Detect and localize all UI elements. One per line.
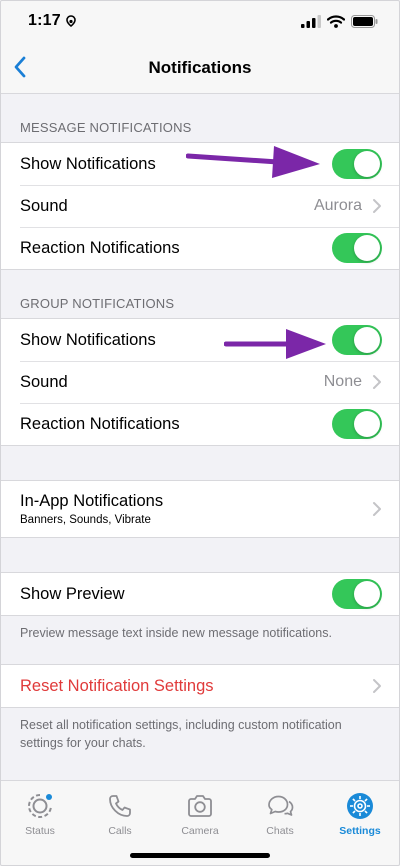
toggle-knob xyxy=(354,581,380,607)
status-bar: 1:17 xyxy=(0,0,400,42)
chevron-right-icon xyxy=(373,375,381,389)
show-preview-row: Show Preview xyxy=(0,573,400,615)
group-reaction-notifications-toggle[interactable] xyxy=(332,409,382,439)
back-button[interactable] xyxy=(8,52,32,82)
group-notifications-header: GROUP NOTIFICATIONS xyxy=(20,296,175,311)
chevron-left-icon xyxy=(14,56,26,78)
tab-status[interactable]: Status xyxy=(2,791,78,866)
reset-footnote: Reset all notification settings, includi… xyxy=(20,718,342,751)
show-preview-toggle[interactable] xyxy=(332,579,382,609)
tab-label: Status xyxy=(25,825,55,837)
in-app-notifications-row[interactable]: In-App Notifications Banners, Sounds, Vi… xyxy=(0,481,400,537)
tab-label: Camera xyxy=(181,825,219,837)
message-reaction-notifications-toggle[interactable] xyxy=(332,233,382,263)
preview-group: Show Preview xyxy=(0,572,400,616)
status-time: 1:17 xyxy=(28,12,77,30)
tab-settings[interactable]: Settings xyxy=(322,791,398,866)
toggle-knob xyxy=(354,411,380,437)
preview-footnote: Preview message text inside new message … xyxy=(20,626,332,640)
camera-icon xyxy=(188,795,212,817)
group-show-notifications-toggle[interactable] xyxy=(332,325,382,355)
tab-label: Settings xyxy=(339,825,381,837)
wifi-icon xyxy=(327,14,345,28)
message-notifications-group: Show Notifications Sound Aurora Reaction… xyxy=(0,142,400,270)
cellular-signal-icon xyxy=(301,14,321,28)
in-app-group: In-App Notifications Banners, Sounds, Vi… xyxy=(0,480,400,538)
message-show-notifications-row: Show Notifications xyxy=(0,143,400,185)
row-label: Sound xyxy=(20,372,68,391)
message-sound-row[interactable]: Sound Aurora xyxy=(0,185,400,227)
group-reaction-notifications-row: Reaction Notifications xyxy=(0,403,400,445)
battery-icon xyxy=(351,14,378,28)
row-label: Show Notifications xyxy=(20,154,156,173)
row-label: Show Notifications xyxy=(20,330,156,349)
location-icon xyxy=(66,15,76,27)
group-notifications-group: Show Notifications Sound None Reaction N… xyxy=(0,318,400,446)
reset-notification-settings-row[interactable]: Reset Notification Settings xyxy=(0,665,400,707)
message-reaction-notifications-row: Reaction Notifications xyxy=(0,227,400,269)
group-sound-row[interactable]: Sound None xyxy=(0,361,400,403)
row-subtitle: Banners, Sounds, Vibrate xyxy=(20,514,151,526)
reset-group: Reset Notification Settings xyxy=(0,664,400,709)
sound-value: Aurora xyxy=(313,197,362,214)
reset-notification-settings-button: Reset Notification Settings xyxy=(20,676,214,695)
chevron-right-icon xyxy=(373,502,381,516)
home-indicator xyxy=(130,853,270,858)
toggle-knob xyxy=(354,327,380,353)
gear-icon xyxy=(347,793,373,819)
clock-text: 1:17 xyxy=(28,12,61,29)
toggle-knob xyxy=(354,151,380,177)
row-label: Sound xyxy=(20,196,68,215)
chevron-right-icon xyxy=(373,199,381,213)
row-label: In-App Notifications xyxy=(20,492,164,510)
message-show-notifications-toggle[interactable] xyxy=(332,149,382,179)
tab-label: Calls xyxy=(108,825,132,837)
status-icon xyxy=(28,794,52,818)
navigation-bar: Notifications xyxy=(0,42,400,94)
sound-value: None xyxy=(323,373,362,390)
row-label: Show Preview xyxy=(20,584,125,603)
phone-icon xyxy=(109,795,131,817)
chevron-right-icon xyxy=(373,679,381,694)
row-label: Reaction Notifications xyxy=(20,238,180,257)
tab-label: Chats xyxy=(266,825,294,837)
group-show-notifications-row: Show Notifications xyxy=(0,319,400,361)
message-notifications-header: MESSAGE NOTIFICATIONS xyxy=(20,120,192,135)
row-label: Reaction Notifications xyxy=(20,414,180,433)
page-title: Notifications xyxy=(148,57,252,77)
chats-icon xyxy=(268,795,294,816)
toggle-knob xyxy=(354,235,380,261)
